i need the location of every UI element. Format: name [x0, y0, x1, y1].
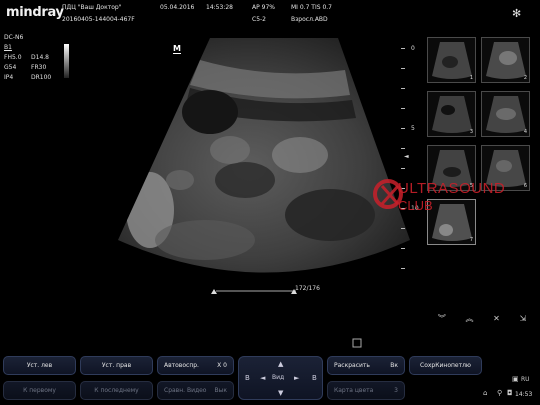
watermark-line2: CLUB [398, 198, 433, 213]
compare-video-button[interactable]: Сравн. Видео Вык [157, 381, 234, 400]
export-icon[interactable]: ⇲ [519, 314, 526, 323]
depth-tick [401, 268, 405, 269]
disk-icon: ◘ [507, 389, 513, 397]
colorize-button[interactable]: Раскрасить Вк [327, 356, 405, 375]
button-label: К первому [23, 387, 56, 394]
depth-tick [401, 128, 405, 129]
to-last-button[interactable]: К последнему [80, 381, 153, 400]
view-label: Вид [272, 374, 285, 381]
button-label: Карта цвета [334, 387, 374, 394]
view-up-arrow-icon[interactable]: ▲ [278, 360, 283, 368]
cine-thumbnail[interactable]: 3 [427, 91, 476, 137]
view-left-b-label: B [245, 374, 250, 382]
color-map-button[interactable]: Карта цвета 3 [327, 381, 405, 400]
thumbnail-number: 2 [523, 75, 527, 81]
thumbnail-toolbar: ︾ ︽ ✕ ⇲ [428, 311, 536, 325]
depth-tick [401, 168, 405, 169]
view-right-b-label: B [312, 374, 317, 382]
button-value: Вк [390, 362, 398, 369]
button-value: Вык [214, 387, 227, 394]
view-navigation-pad[interactable]: ▲ ▼ B ◄ Вид ► B [238, 356, 323, 400]
cine-thumbnail[interactable]: 2 [481, 37, 530, 83]
view-left-arrow-icon[interactable]: ◄ [260, 374, 265, 382]
button-label: Уст. лев [26, 362, 53, 369]
to-first-button[interactable]: К первому [3, 381, 76, 400]
button-label: Сравн. Видео [164, 387, 207, 394]
system-clock: 14:53 [515, 391, 533, 398]
depth-tick [401, 228, 405, 229]
thumbnail-number: 4 [523, 129, 527, 135]
autoplay-button[interactable]: Автовоспр. X 0 [157, 356, 234, 375]
network-icon: ⌂ [483, 389, 488, 397]
depth-tick [401, 148, 405, 149]
set-right-button[interactable]: Уст. прав [80, 356, 153, 375]
focus-marker-icon[interactable]: ◄ [404, 153, 409, 160]
chevrons-down-icon[interactable]: ︾ [438, 313, 446, 324]
depth-tick [401, 88, 405, 89]
chevrons-up-icon[interactable]: ︽ [465, 313, 473, 324]
button-label: Автовоспр. [164, 362, 199, 369]
cine-thumbnail[interactable]: 4 [481, 91, 530, 137]
view-down-arrow-icon[interactable]: ▼ [278, 389, 283, 397]
cine-thumbnail[interactable]: 7 [427, 199, 476, 245]
button-value: 3 [394, 387, 398, 394]
button-label: Раскрасить [334, 362, 370, 369]
depth-tick [401, 68, 405, 69]
thumbnail-number: 6 [523, 183, 527, 189]
orientation-marker: M [173, 44, 181, 54]
save-cine-button[interactable]: СохрКинопетлю [409, 356, 482, 375]
button-value: X 0 [217, 362, 227, 369]
fullscreen-icon[interactable] [354, 340, 360, 346]
x-mark-icon[interactable]: ✕ [493, 314, 500, 323]
cine-thumbnail[interactable]: 1 [427, 37, 476, 83]
watermark-line1: ULTRASOUND [398, 180, 506, 197]
depth-tick [401, 108, 405, 109]
button-label: Уст. прав [101, 362, 132, 369]
view-right-arrow-icon[interactable]: ► [294, 374, 299, 382]
frame-counter: 172/176 [295, 285, 320, 292]
thumbnail-number: 7 [469, 237, 473, 243]
depth-tick [401, 248, 405, 249]
depth-scale [393, 40, 407, 280]
thumbnail-number: 3 [469, 129, 473, 135]
button-label: К последнему [94, 387, 139, 394]
depth-tick [401, 48, 405, 49]
usb-icon: ⚲ [497, 389, 503, 397]
depth-label: 5 [411, 125, 415, 132]
thumbnail-number: 1 [469, 75, 473, 81]
language-indicator[interactable]: RU [521, 376, 530, 383]
printer-icon[interactable]: ▣ [512, 375, 519, 383]
depth-label: 0 [411, 45, 415, 52]
button-label: СохрКинопетлю [420, 362, 471, 369]
set-left-button[interactable]: Уст. лев [3, 356, 76, 375]
